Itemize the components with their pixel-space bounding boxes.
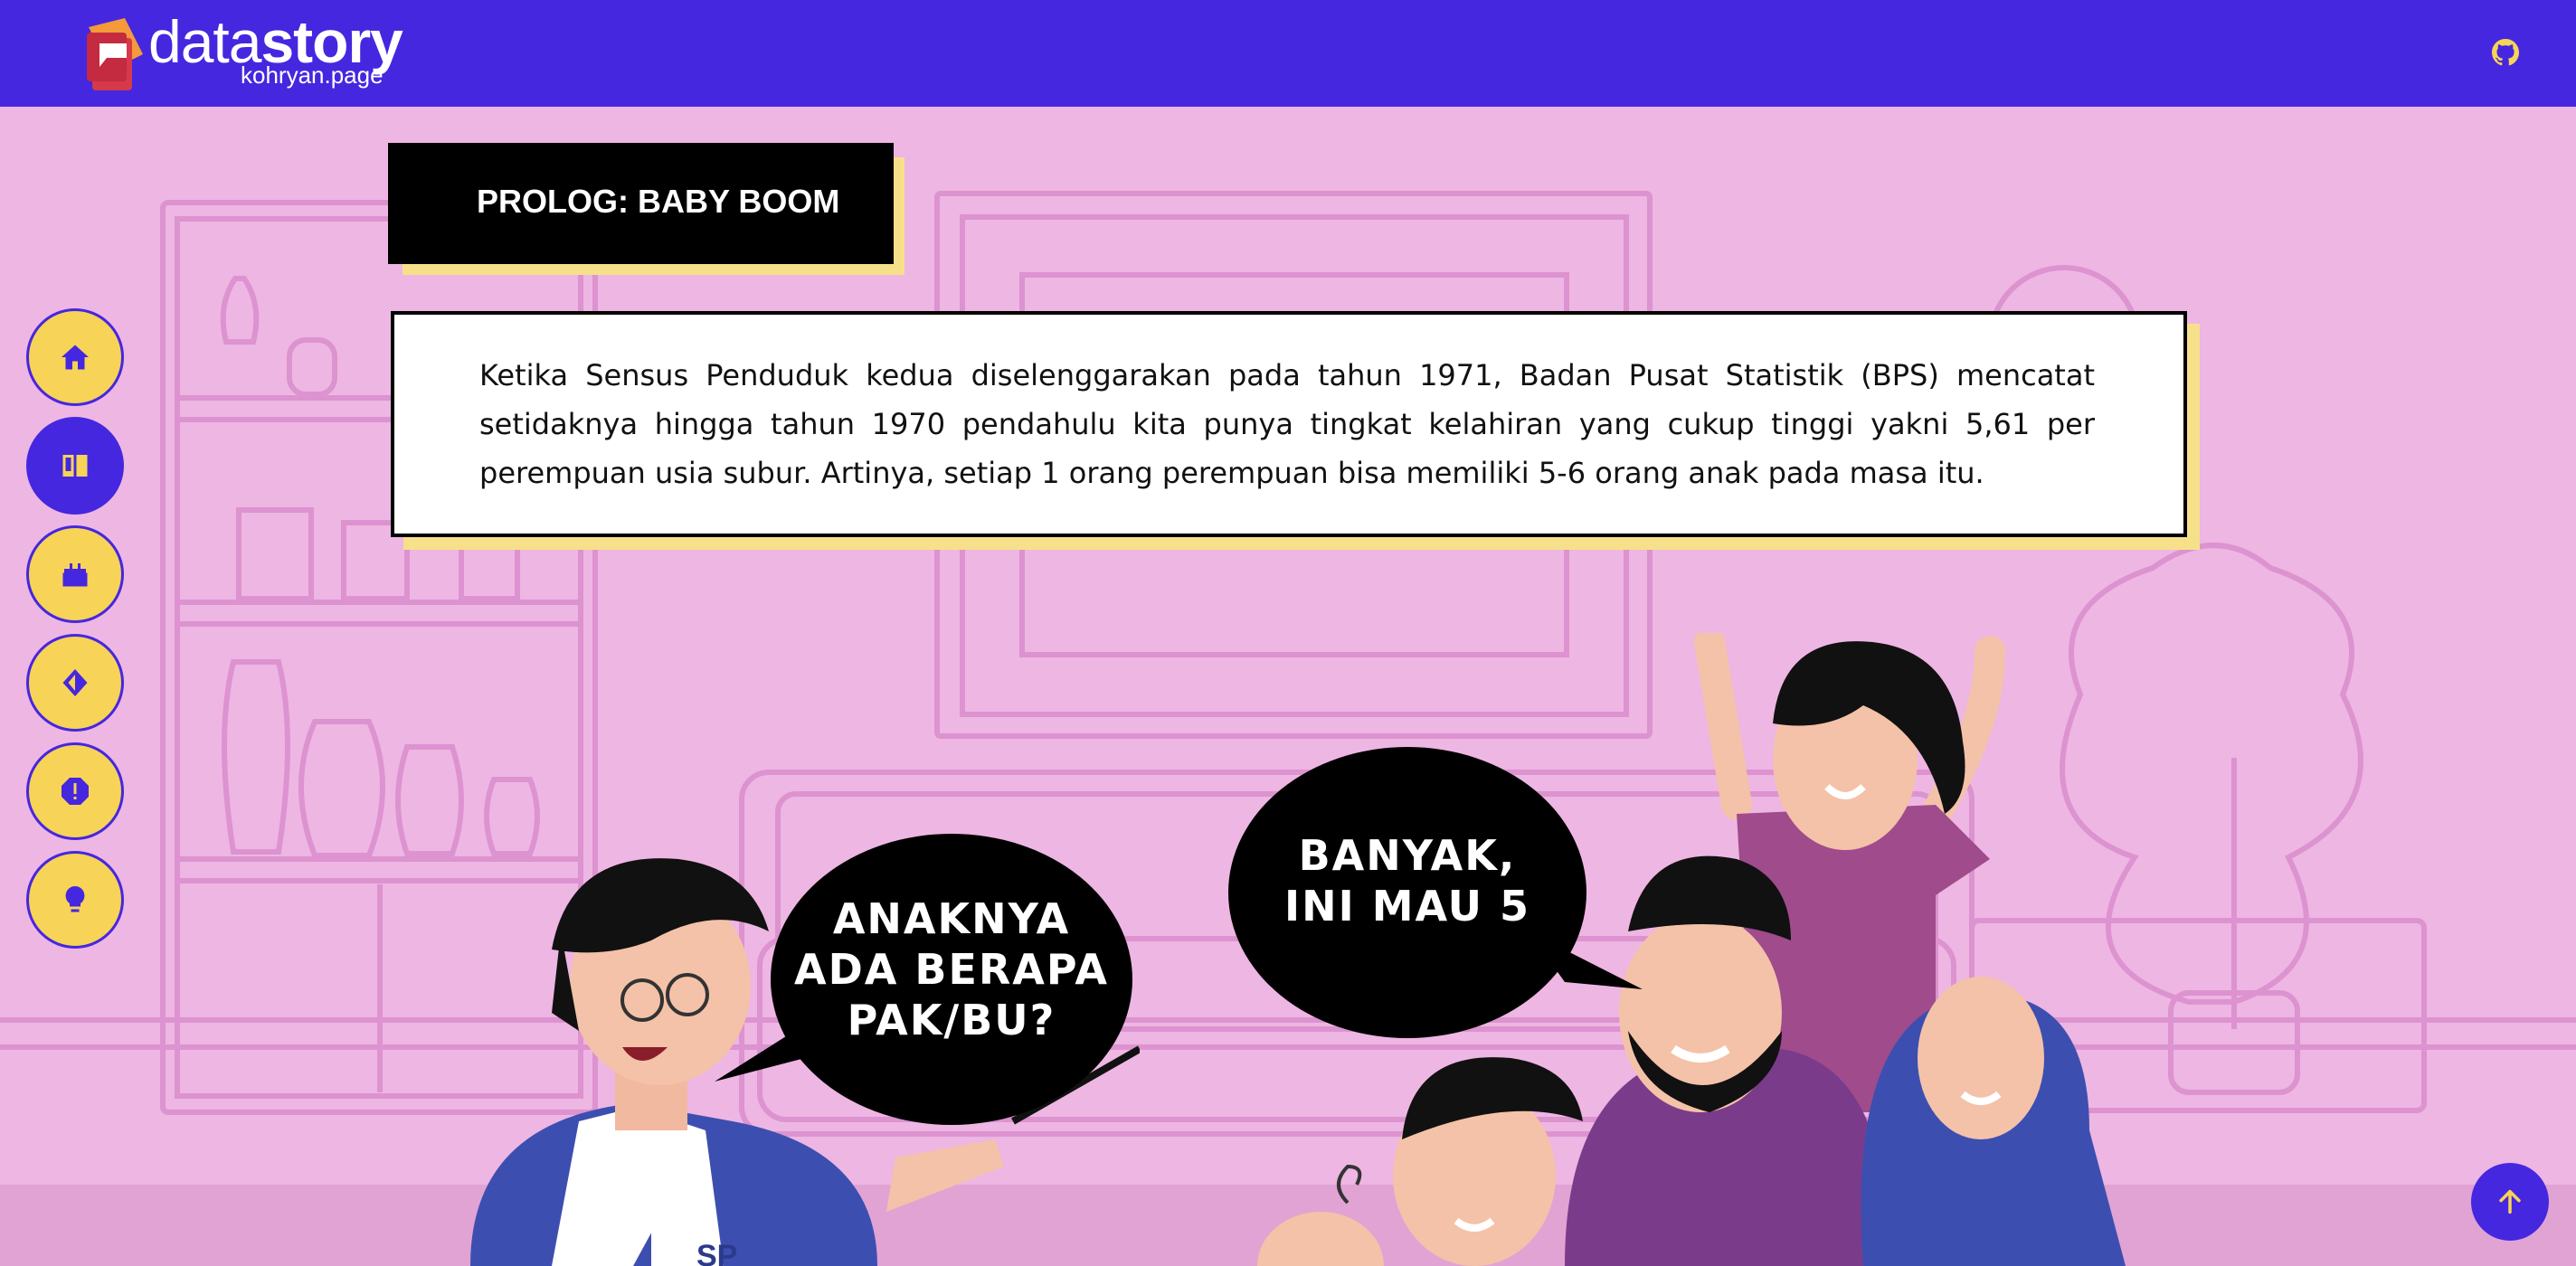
chapter-title-box: PROLOG: BABY BOOM: [388, 143, 894, 264]
chapter-title: PROLOG: BABY BOOM: [477, 183, 840, 220]
nav-prolog-button[interactable]: [26, 417, 124, 515]
book-icon: [62, 455, 88, 477]
officer-shirt-label: SP: [696, 1239, 737, 1266]
nav-home-button[interactable]: [26, 308, 124, 406]
nav-alert-button[interactable]: [26, 742, 124, 840]
nav-compass-button[interactable]: [26, 634, 124, 732]
speech-bubble-right-text: BANYAK, INI MAU 5: [1283, 831, 1531, 931]
top-navbar: datastory kohryan.page: [0, 0, 2576, 107]
scroll-to-top-button[interactable]: [2471, 1163, 2549, 1241]
alert-icon: [62, 778, 89, 805]
home-icon: [62, 345, 89, 370]
compass-icon: [62, 669, 88, 696]
lightbulb-icon: [65, 886, 85, 912]
story-card: Ketika Sensus Penduduk kedua diselenggar…: [391, 311, 2187, 537]
story-paragraph: Ketika Sensus Penduduk kedua diselenggar…: [479, 358, 2095, 490]
nav-cake-button[interactable]: [26, 525, 124, 623]
speech-bubble-left-text: ANAKNYA ADA BERAPA PAK/BU?: [794, 894, 1109, 1044]
arrow-up-icon: [2499, 1189, 2521, 1214]
github-icon: [2492, 39, 2519, 66]
brand-subtitle: kohryan.page: [241, 61, 384, 89]
logo-mark-icon: [87, 18, 143, 90]
github-link[interactable]: [2489, 36, 2522, 69]
nav-lightbulb-button[interactable]: [26, 851, 124, 949]
brand-logo[interactable]: datastory kohryan.page: [80, 9, 441, 94]
cake-icon: [62, 563, 88, 587]
